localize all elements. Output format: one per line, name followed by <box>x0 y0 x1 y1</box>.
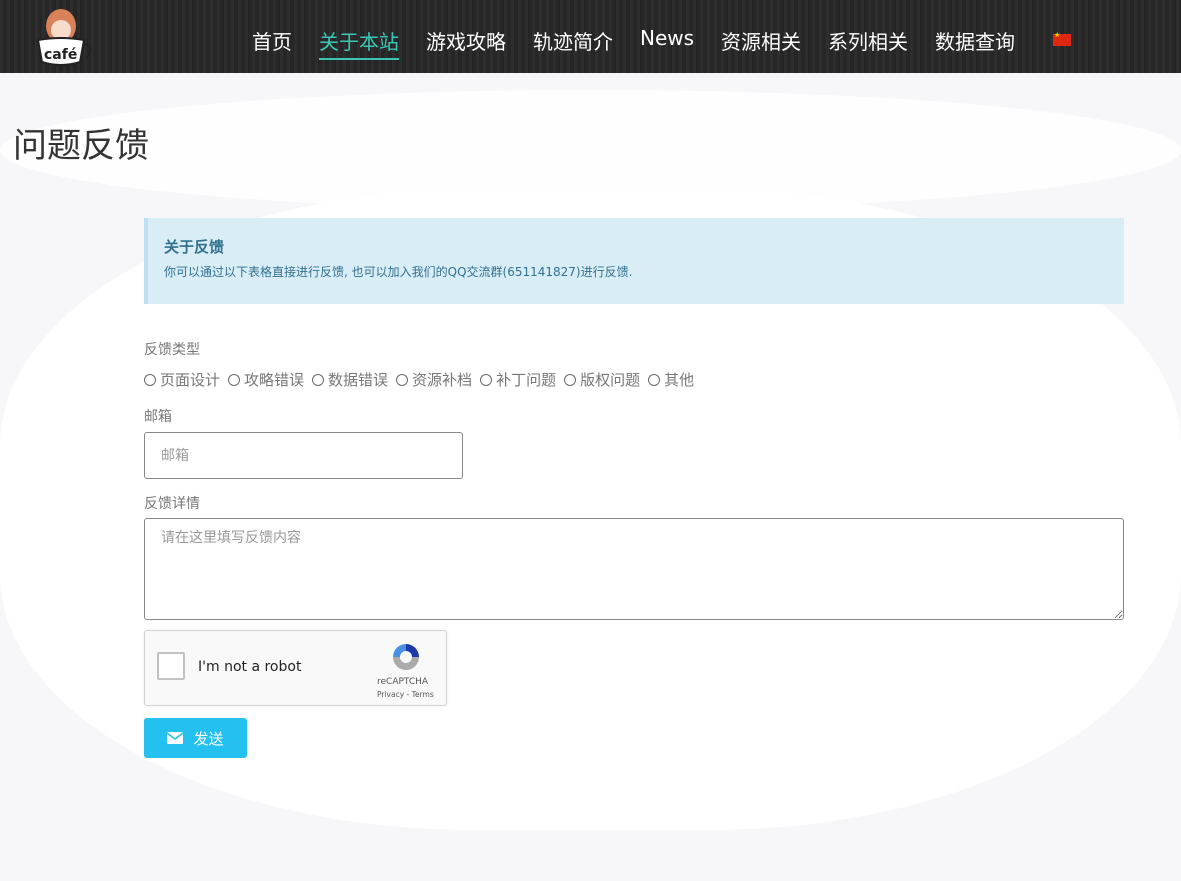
radio-button[interactable] <box>396 373 409 386</box>
radio-label: 补丁问题 <box>496 371 557 389</box>
radio-label: 版权问题 <box>580 371 641 389</box>
radio-button[interactable] <box>144 373 156 386</box>
nav-data[interactable]: 数据查询 <box>935 26 1015 56</box>
feedback-form: 关于反馈 你可以通过以下表格直接进行反馈, 也可以加入我们的QQ交流群(6511… <box>144 218 1124 758</box>
email-label: 邮箱 <box>144 409 172 425</box>
alert-text: 你可以通过以下表格直接进行反馈, 也可以加入我们的QQ交流群(651141827… <box>164 265 633 279</box>
radio-button[interactable] <box>564 373 577 386</box>
radio-label: 资源补档 <box>412 371 473 389</box>
nav-about[interactable]: 关于本站 <box>319 26 399 60</box>
radio-label: 页面设计 <box>160 371 221 389</box>
radio-button[interactable] <box>312 373 325 386</box>
nav-guides[interactable]: 游戏攻略 <box>426 26 506 56</box>
alert-title: 关于反馈 <box>164 238 225 256</box>
radio-label: 攻略错误 <box>244 371 305 389</box>
radio-label: 其他 <box>664 371 695 389</box>
type-radio-option[interactable]: 页面设计 <box>144 369 220 390</box>
recaptcha-logo-icon <box>393 644 419 670</box>
svg-text:café: café <box>44 47 77 63</box>
recaptcha-label: I'm not a robot <box>198 659 302 675</box>
type-radio-option[interactable]: 补丁问题 <box>480 369 556 390</box>
recaptcha-checkbox[interactable] <box>157 652 185 680</box>
china-flag-icon[interactable] <box>1053 31 1071 46</box>
send-button[interactable]: 发送 <box>144 718 247 758</box>
type-radio-option[interactable]: 数据错误 <box>312 369 388 390</box>
email-input[interactable] <box>144 432 463 479</box>
site-logo[interactable]: café <box>34 6 96 68</box>
terms-link[interactable]: Terms <box>412 690 434 699</box>
nav-resources[interactable]: 资源相关 <box>721 26 801 56</box>
envelope-icon <box>167 732 184 744</box>
type-radio-option[interactable]: 版权问题 <box>564 369 640 390</box>
radio-button[interactable] <box>648 373 661 386</box>
radio-label: 数据错误 <box>328 371 389 389</box>
privacy-link[interactable]: Privacy <box>377 690 404 699</box>
send-label: 发送 <box>193 730 224 748</box>
nav-trails[interactable]: 轨迹简介 <box>533 26 613 56</box>
recaptcha-widget: I'm not a robot reCAPTCHA Privacy - Term… <box>144 630 447 706</box>
detail-textarea[interactable] <box>144 518 1124 620</box>
type-radio-group: 页面设计 攻略错误 数据错误 资源补档 补丁问题 版权问题 其他 <box>144 369 1124 390</box>
recaptcha-brand: reCAPTCHA <box>377 677 429 687</box>
detail-label: 反馈详情 <box>144 496 200 512</box>
info-alert: 关于反馈 你可以通过以下表格直接进行反馈, 也可以加入我们的QQ交流群(6511… <box>144 218 1124 304</box>
type-radio-option[interactable]: 攻略错误 <box>228 369 304 390</box>
navbar: café 首页 关于本站 游戏攻略 轨迹简介 News 资源相关 系列相关 数据… <box>0 0 1181 73</box>
radio-button[interactable] <box>228 373 241 386</box>
radio-button[interactable] <box>480 373 493 386</box>
type-radio-option[interactable]: 资源补档 <box>396 369 472 390</box>
page-title: 问题反馈 <box>13 126 149 166</box>
nav-news[interactable]: News <box>640 26 694 56</box>
type-label: 反馈类型 <box>144 342 200 358</box>
nav-series[interactable]: 系列相关 <box>828 26 908 56</box>
nav-home[interactable]: 首页 <box>252 26 292 56</box>
type-radio-option[interactable]: 其他 <box>648 369 694 390</box>
main-menu: 首页 关于本站 游戏攻略 轨迹简介 News 资源相关 系列相关 数据查询 <box>252 26 1042 60</box>
recaptcha-links: Privacy - Terms <box>377 690 434 699</box>
